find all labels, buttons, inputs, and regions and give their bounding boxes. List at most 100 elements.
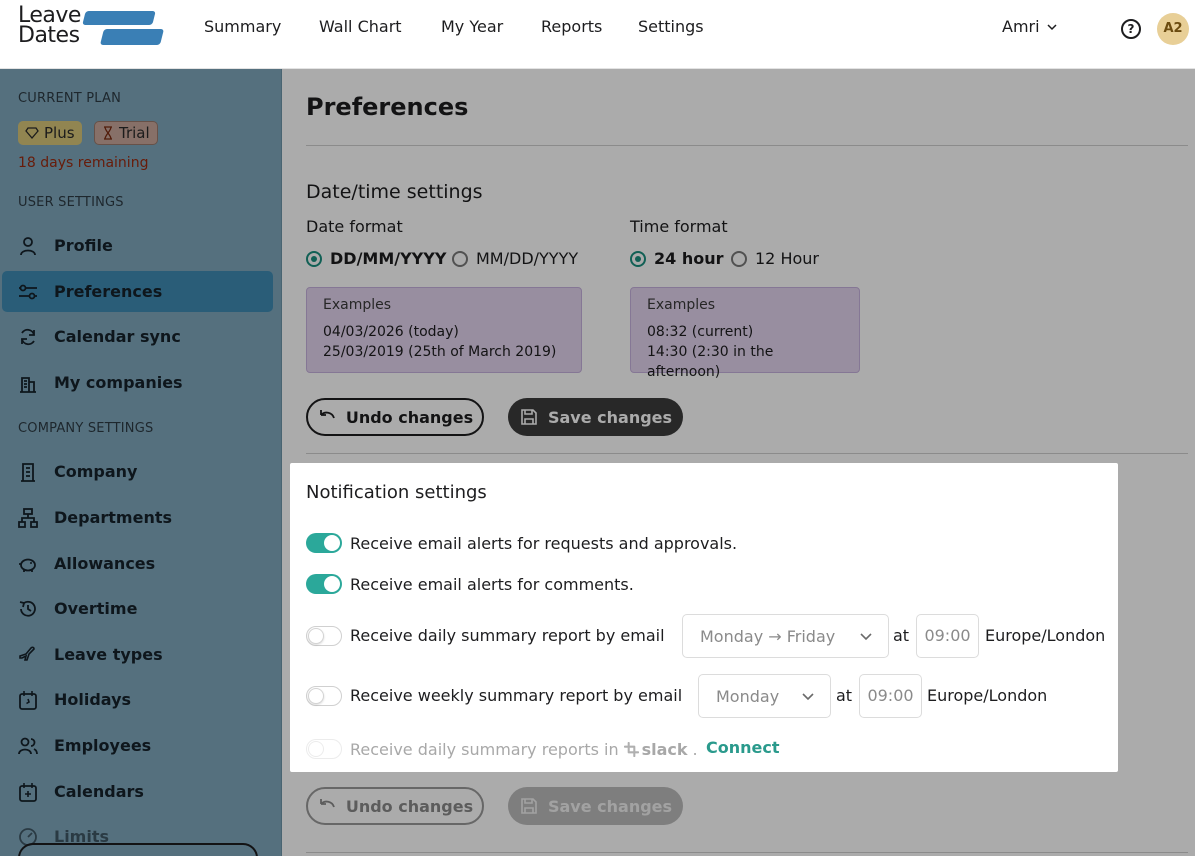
sidebar-item-profile[interactable]: Profile [2,225,273,266]
trial-days-remaining: 18 days remaining [18,155,149,171]
at-label: at [893,626,910,645]
sidebar-item-label: Preferences [54,282,163,301]
daily-time-input[interactable]: 09:00 [916,614,979,658]
examples-title: Examples [647,297,716,313]
nav-settings[interactable]: Settings [638,17,704,36]
nav-wall-chart[interactable]: Wall Chart [319,17,402,36]
chevron-down-icon [802,693,814,701]
date-format-ddmmyyyy-radio[interactable]: DD/MM/YYYY [306,249,446,268]
people-icon [18,736,38,756]
sidebar-item-label: Calendars [54,782,144,801]
sidebar-item-holidays[interactable]: Holidays [2,679,273,720]
calendar-star-icon [18,690,38,710]
date-format-mmddyyyy-radio[interactable]: MM/DD/YYYY [452,249,578,268]
sidebar-item-departments[interactable]: Departments [2,497,273,538]
sidebar-item-overtime[interactable]: Overtime [2,588,273,629]
slack-brand: slack [641,740,688,759]
sidebar-footer-button[interactable] [18,843,258,856]
sidebar-item-my-companies[interactable]: My companies [2,362,273,403]
user-menu[interactable]: Amri [1002,17,1058,36]
radio-unselected-icon [731,250,747,267]
undo-changes-button[interactable]: Undo changes [306,398,484,436]
toggle-knob [324,535,340,551]
weekly-time-input[interactable]: 09:00 [859,674,922,718]
at-label: at [836,686,853,705]
daily-timezone: Europe/London [985,626,1106,645]
button-label: Undo changes [345,796,474,816]
select-value: Monday → Friday [700,626,836,646]
sidebar-item-label: Holidays [54,690,132,709]
toggle-knob [308,628,324,644]
floppy-disk-icon [521,798,537,814]
toggle-knob [324,576,340,592]
org-chart-icon [18,507,38,528]
notification-settings-card: Notification settings Receive email aler… [290,463,1118,772]
slack-logo: slack [623,740,688,759]
sidebar-item-label: Overtime [54,599,138,618]
select-value: Monday [716,686,780,706]
sidebar-item-label: Leave types [54,645,163,664]
nav-summary[interactable]: Summary [204,17,281,36]
calendar-plus-icon [18,782,38,802]
weekly-day-select[interactable]: Monday [698,674,831,718]
slack-connect-link[interactable]: Connect [706,738,780,757]
email-requests-toggle[interactable] [306,533,342,553]
airplane-icon [18,645,38,665]
radio-selected-icon [630,250,646,267]
time-format-24h-radio[interactable]: 24 hour [630,249,724,268]
hourglass-icon [104,126,112,140]
floppy-disk-icon [521,409,537,425]
sidebar-item-leave-types[interactable]: Leave types [2,634,273,675]
leave-dates-logo[interactable]: Leave Dates [18,5,164,49]
save-changes-button-notifications[interactable]: Save changes [508,787,683,825]
building-icon [18,462,38,482]
time-format-12h-radio[interactable]: 12 Hour [731,249,819,268]
slack-suffix: . [692,740,698,759]
user-name: Amri [1002,17,1040,36]
divider [306,145,1188,146]
avatar[interactable]: A2 [1157,13,1189,45]
piggy-bank-icon [18,554,38,574]
date-example-today: 04/03/2026 (today) [323,324,459,340]
page-title: Preferences [306,93,469,121]
daily-days-select[interactable]: Monday → Friday [682,614,889,658]
sidebar-item-calendars[interactable]: Calendars [2,771,273,812]
help-icon[interactable]: ? [1121,19,1141,39]
diamond-icon [25,127,39,139]
radio-unselected-icon [452,250,468,267]
button-label: Save changes [547,407,673,427]
current-plan-heading: CURRENT PLAN [18,91,122,106]
sidebar-item-label: Calendar sync [54,327,181,346]
slack-report-row: Receive daily summary reports in slack . [350,740,698,759]
nav-my-year[interactable]: My Year [441,17,503,36]
user-settings-heading: USER SETTINGS [18,195,124,210]
time-format-label: Time format [630,217,728,236]
buildings-icon [18,373,38,393]
logo-brush-mark [100,29,164,45]
divider [306,852,1188,853]
logo-brush-mark [82,11,156,25]
weekly-report-toggle[interactable] [306,686,342,706]
undo-changes-button-notifications[interactable]: Undo changes [306,787,484,825]
sidebar-item-calendar-sync[interactable]: Calendar sync [2,316,273,357]
company-settings-heading: COMPANY SETTINGS [18,421,154,436]
save-changes-button[interactable]: Save changes [508,398,683,436]
sidebar-item-company[interactable]: Company [2,451,273,492]
sidebar-item-label: Employees [54,736,152,755]
clock-rotate-icon [18,599,38,619]
slack-report-toggle [306,739,342,759]
button-label: Undo changes [345,407,474,427]
toggle-knob [308,741,324,757]
sidebar-item-employees[interactable]: Employees [2,725,273,766]
sidebar-item-preferences[interactable]: Preferences [2,271,273,312]
sidebar-item-allowances[interactable]: Allowances [2,543,273,584]
radio-label: 24 hour [654,249,724,268]
nav-reports[interactable]: Reports [541,17,602,36]
undo-icon [319,410,335,419]
sidebar-item-label: My companies [54,373,183,392]
email-comments-toggle[interactable] [306,574,342,594]
radio-label: DD/MM/YYYY [330,249,447,268]
daily-report-toggle[interactable] [306,626,342,646]
radio-label: 12 Hour [755,249,819,268]
plan-badge: Plus [18,121,82,145]
